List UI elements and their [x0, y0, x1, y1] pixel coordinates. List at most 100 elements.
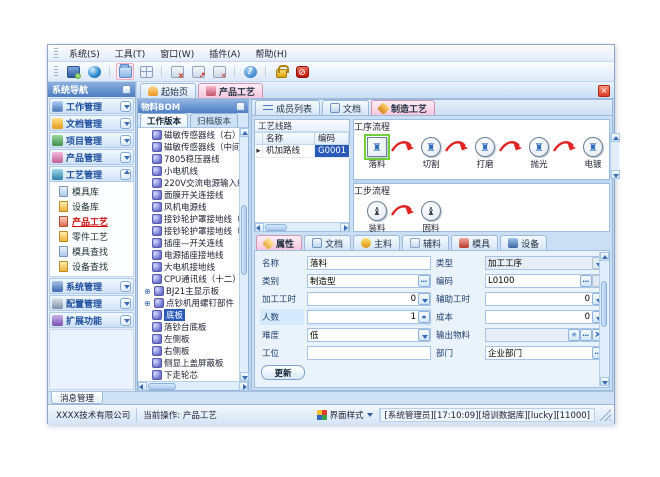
dropdown-icon[interactable] [418, 293, 430, 305]
browse-icon[interactable] [580, 275, 592, 287]
sidebar-group-header[interactable]: 工作管理 [49, 98, 134, 114]
chevron-down-icon[interactable] [120, 298, 131, 309]
menu-item[interactable]: 窗口(W) [153, 46, 201, 61]
operation-icon[interactable]: ♜ [421, 137, 441, 157]
tree-node[interactable]: ⊕ 大电机接地线 [138, 261, 239, 273]
people-count-input[interactable] [308, 311, 418, 323]
scrollbar-thumb[interactable] [148, 383, 176, 390]
tree-node[interactable]: ⊕ CPU通讯线（十二） [138, 273, 239, 285]
code-input[interactable] [486, 275, 580, 287]
flow-node[interactable]: ♜ 电镀 [556, 137, 610, 179]
chevron-down-icon[interactable] [120, 101, 131, 112]
scroll-right-icon[interactable] [340, 223, 349, 232]
tree-node[interactable]: ⊕ 7805稳压器线 [138, 153, 239, 165]
work-hours-input[interactable] [308, 293, 418, 305]
scroll-down-icon[interactable] [240, 372, 249, 381]
workstation-input[interactable] [308, 347, 430, 359]
tree-node[interactable]: ⊕ 侧显上盖屏蔽板 [138, 357, 239, 369]
version-tab[interactable]: 归档版本 [190, 113, 238, 127]
tree-horizontal-scrollbar[interactable] [138, 381, 248, 390]
form-tab[interactable]: 设备 [500, 235, 547, 250]
operation-icon[interactable]: ♜ [529, 137, 549, 157]
chevron-down-icon[interactable] [120, 315, 131, 326]
type-field[interactable] [485, 256, 605, 270]
tree-node[interactable]: ⊕ 接钞轮护罩接地线（二 [138, 225, 239, 237]
sidebar-item[interactable]: 模具库 [50, 184, 133, 199]
tree-node[interactable]: ⊕ 风机电源线 [138, 201, 239, 213]
sidebar-group-header[interactable]: 产品管理 [49, 149, 134, 165]
tree-node[interactable]: ⊕ 落钞台底板 [138, 321, 239, 333]
scroll-down-icon[interactable] [611, 170, 620, 179]
sidebar-item[interactable]: 零件工艺 [50, 229, 133, 244]
browse-icon[interactable] [418, 275, 430, 287]
difficulty-input[interactable] [308, 329, 418, 341]
scrollbar-thumb[interactable] [241, 205, 247, 275]
operation-icon[interactable]: ♜ [367, 137, 387, 157]
sidebar-group-header[interactable]: 工艺管理 [49, 166, 134, 182]
cost-field[interactable] [485, 310, 605, 324]
tree-node[interactable]: ⊕ 小电机线 [138, 165, 239, 177]
message-tab[interactable]: 消息管理 [51, 392, 103, 404]
layout-button[interactable] [137, 63, 155, 80]
chevron-up-icon[interactable] [120, 169, 131, 180]
sidebar-group-header[interactable]: 系统管理 [49, 278, 134, 294]
step-node[interactable]: ♝ 装料 [360, 201, 394, 231]
form-tab[interactable]: 属性 [256, 235, 302, 250]
difficulty-field[interactable] [307, 328, 431, 342]
tree-node[interactable]: ⊕ 左侧板 [138, 333, 239, 345]
connect-button[interactable] [64, 63, 82, 80]
sidebar-group-header[interactable]: 项目管理 [49, 132, 134, 148]
tree-node[interactable]: ⊕ 下走轮芯 [138, 369, 239, 381]
update-button[interactable]: 更新 [261, 365, 305, 380]
work-hours-field[interactable] [307, 292, 431, 306]
tree-node[interactable]: ⊕ 接钞轮护罩接地线（一 [138, 213, 239, 225]
spinner-icon[interactable] [418, 311, 430, 323]
document-tab[interactable]: 产品工艺 [198, 83, 263, 98]
exit-button[interactable] [293, 63, 311, 80]
output-material-input[interactable] [486, 329, 568, 341]
operation-icon[interactable]: ♜ [475, 137, 495, 157]
workstation-field[interactable] [307, 346, 431, 360]
menu-item[interactable]: 帮助(H) [248, 46, 294, 61]
scroll-up-icon[interactable] [240, 128, 249, 137]
export-window-button[interactable] [189, 63, 207, 80]
toolbar-grip[interactable] [54, 66, 58, 77]
category-field[interactable] [307, 274, 431, 288]
menu-item[interactable]: 工具(T) [108, 46, 153, 61]
name-field[interactable] [307, 256, 431, 270]
lock-button[interactable] [272, 63, 290, 80]
route-name-cell[interactable]: 机加路线 [263, 145, 315, 158]
cost-input[interactable] [486, 311, 592, 323]
sidebar-group-header[interactable]: 文档管理 [49, 115, 134, 131]
tree-node[interactable]: ⊕ 220V交流电源输入线 [138, 177, 239, 189]
panel-collapse-icon[interactable] [236, 102, 245, 111]
form-tab[interactable]: 辅料 [402, 235, 449, 250]
name-input[interactable] [308, 257, 430, 269]
pane-tab[interactable]: 成员列表 [255, 100, 320, 115]
flow-node[interactable]: ♜ 切割 [394, 137, 448, 179]
chevron-down-icon[interactable] [120, 281, 131, 292]
sidebar-group-header[interactable]: 扩展功能 [49, 312, 134, 328]
expand-icon[interactable]: ⊕ [144, 299, 152, 308]
aux-hours-input[interactable] [486, 293, 592, 305]
route-code-cell[interactable]: G0001 [315, 145, 350, 158]
chevron-down-icon[interactable] [120, 135, 131, 146]
chevron-down-icon[interactable] [120, 152, 131, 163]
step-icon[interactable]: ♝ [367, 201, 387, 221]
expand-icon[interactable]: ⊕ [144, 287, 152, 296]
sidebar-item[interactable]: 产品工艺 [50, 214, 133, 229]
aux-hours-field[interactable] [485, 292, 605, 306]
sidebar-item[interactable]: 设备库 [50, 199, 133, 214]
add-icon[interactable] [568, 329, 580, 341]
open-folder-button[interactable] [116, 63, 134, 80]
menu-item[interactable]: 插件(A) [202, 46, 247, 61]
route-horizontal-scrollbar[interactable] [255, 222, 349, 231]
form-tab[interactable]: 主料 [353, 235, 400, 250]
tree-node[interactable]: ⊕ 面膜开关连接线 [138, 189, 239, 201]
flow-node[interactable]: ♜ 落料 [360, 137, 394, 179]
scroll-right-icon[interactable] [239, 382, 248, 391]
tree-node[interactable]: ⊕ 点钞机用螺钉部件 [138, 297, 239, 309]
resize-grip[interactable] [599, 409, 611, 421]
close-window-button[interactable] [168, 63, 186, 80]
tree-node[interactable]: ⊕ 右侧板 [138, 345, 239, 357]
